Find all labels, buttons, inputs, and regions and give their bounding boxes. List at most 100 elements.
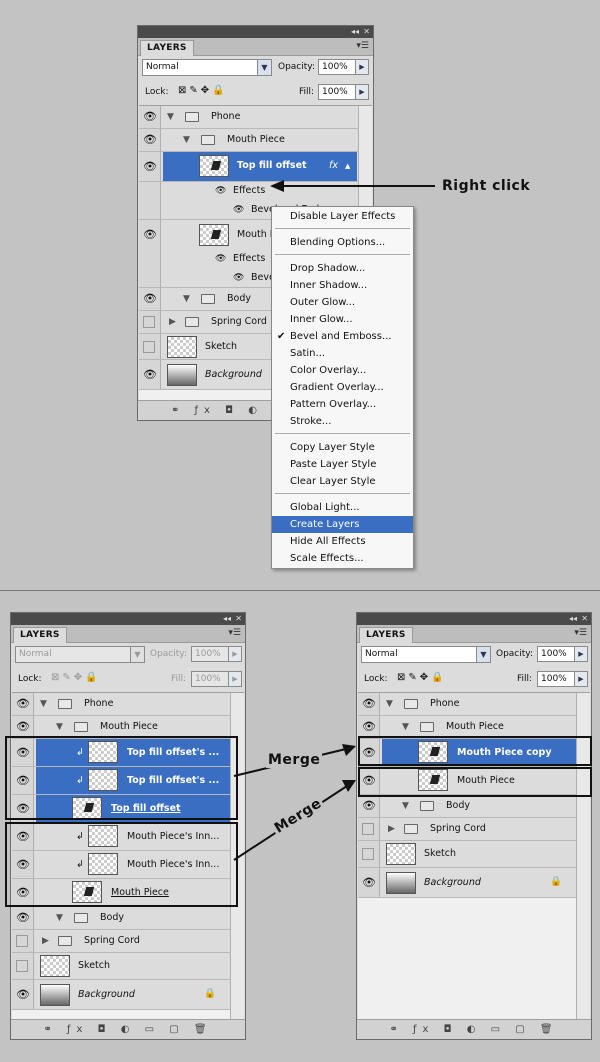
visibility-toggle[interactable]: 👁 xyxy=(358,795,380,817)
panel-menu-icon[interactable]: ▾☰ xyxy=(574,628,587,638)
blend-mode-select[interactable]: Normal ▼ xyxy=(361,646,491,663)
expand-triangle-icon[interactable]: ▼ xyxy=(402,722,409,732)
tab-layers[interactable]: LAYERS xyxy=(13,627,67,643)
visibility-toggle[interactable]: 👁 xyxy=(139,360,161,389)
visibility-toggle[interactable] xyxy=(358,818,380,840)
visibility-toggle[interactable]: 👁 xyxy=(12,980,34,1009)
panel-footer-icons[interactable]: ⚭ ƒx ◘ ◐ ▭ ▢ 🗑 xyxy=(11,1019,245,1039)
menu-item-clear-style[interactable]: Clear Layer Style xyxy=(272,473,413,490)
menu-item-bevel-emboss[interactable]: Bevel and Emboss... xyxy=(272,328,413,345)
panel-menu-icon[interactable]: ▾☰ xyxy=(228,628,241,638)
visibility-toggle[interactable] xyxy=(139,250,161,269)
expand-triangle-icon[interactable]: ▼ xyxy=(386,699,393,709)
layer-row-sketch[interactable]: Sketch xyxy=(358,841,576,868)
menu-item-disable-effects[interactable]: Disable Layer Effects xyxy=(272,208,413,225)
menu-item-scale-effects[interactable]: Scale Effects... xyxy=(272,550,413,567)
visibility-toggle[interactable]: 👁 xyxy=(358,693,380,715)
lock-icons[interactable]: ⊠✎✥🔒 xyxy=(178,85,228,96)
menu-item-satin[interactable]: Satin... xyxy=(272,345,413,362)
panel-menu-icon[interactable]: ▾☰ xyxy=(356,41,369,51)
expand-triangle-icon[interactable]: ▶ xyxy=(42,936,49,946)
visibility-toggle[interactable] xyxy=(139,201,161,219)
visibility-toggle[interactable] xyxy=(12,953,34,979)
menu-item-drop-shadow[interactable]: Drop Shadow... xyxy=(272,260,413,277)
fill-stepper-icon[interactable]: ▶ xyxy=(228,671,242,687)
fill-input[interactable]: 100% ▶ xyxy=(537,671,588,687)
expand-triangle-icon[interactable]: ▼ xyxy=(402,801,409,811)
menu-item-paste-style[interactable]: Paste Layer Style xyxy=(272,456,413,473)
fill-stepper-icon[interactable]: ▶ xyxy=(574,671,588,687)
expand-triangle-icon[interactable]: ▼ xyxy=(183,135,190,145)
fill-input[interactable]: 100% ▶ xyxy=(191,671,242,687)
visibility-toggle[interactable] xyxy=(139,334,161,359)
visibility-toggle[interactable]: 👁 xyxy=(358,716,380,738)
layer-row-phone[interactable]: 👁 ▼ Phone xyxy=(358,693,576,716)
layer-row-spring-cord[interactable]: ▶ Spring Cord xyxy=(358,818,576,841)
visibility-toggle[interactable]: 👁 xyxy=(12,716,34,738)
menu-item-blending-options[interactable]: Blending Options... xyxy=(272,234,413,251)
opacity-stepper-icon[interactable]: ▶ xyxy=(228,646,242,662)
opacity-input[interactable]: 100% ▶ xyxy=(537,646,588,662)
visibility-toggle[interactable]: 👁 xyxy=(12,907,34,929)
layer-row-mouth-piece-group[interactable]: 👁 ▼ Mouth Piece xyxy=(139,129,358,152)
expand-triangle-icon[interactable]: ▼ xyxy=(183,294,190,304)
chevron-up-icon[interactable]: ▲ xyxy=(345,160,350,172)
layer-row-background[interactable]: 👁 Background 🔒 xyxy=(12,980,230,1010)
visibility-toggle[interactable] xyxy=(139,269,161,287)
visibility-toggle[interactable]: 👁 xyxy=(139,288,161,310)
expand-triangle-icon[interactable]: ▼ xyxy=(167,112,174,122)
opacity-input[interactable]: 100% ▶ xyxy=(318,59,369,75)
layer-row-sketch[interactable]: Sketch xyxy=(12,953,230,980)
lock-icons[interactable]: ⊠✎✥🔒 xyxy=(51,672,101,683)
expand-triangle-icon[interactable]: ▶ xyxy=(169,317,176,327)
panel-footer-icons[interactable]: ⚭ ƒx ◘ ◐ ▭ ▢ 🗑 xyxy=(357,1019,591,1039)
opacity-input[interactable]: 100% ▶ xyxy=(191,646,242,662)
menu-item-color-overlay[interactable]: Color Overlay... xyxy=(272,362,413,379)
layer-row-phone[interactable]: 👁 ▼ Phone xyxy=(12,693,230,716)
visibility-toggle[interactable] xyxy=(358,841,380,867)
expand-triangle-icon[interactable]: ▼ xyxy=(56,722,63,732)
visibility-toggle[interactable]: 👁 xyxy=(139,152,161,181)
menu-item-global-light[interactable]: Global Light... xyxy=(272,499,413,516)
menu-item-inner-shadow[interactable]: Inner Shadow... xyxy=(272,277,413,294)
menu-item-hide-effects[interactable]: Hide All Effects xyxy=(272,533,413,550)
opacity-stepper-icon[interactable]: ▶ xyxy=(574,646,588,662)
lock-icons[interactable]: ⊠✎✥🔒 xyxy=(397,672,447,683)
menu-item-gradient-overlay[interactable]: Gradient Overlay... xyxy=(272,379,413,396)
tab-layers[interactable]: LAYERS xyxy=(140,40,194,56)
visibility-toggle[interactable] xyxy=(139,311,161,333)
menu-item-pattern-overlay[interactable]: Pattern Overlay... xyxy=(272,396,413,413)
layer-row-phone[interactable]: 👁 ▼ Phone xyxy=(139,106,358,129)
expand-triangle-icon[interactable]: ▶ xyxy=(388,824,395,834)
visibility-toggle[interactable]: 👁 xyxy=(139,129,161,151)
fx-icon[interactable]: fx xyxy=(329,160,338,172)
blend-mode-select[interactable]: Normal ▼ xyxy=(15,646,145,663)
expand-triangle-icon[interactable]: ▼ xyxy=(56,913,63,923)
visibility-toggle[interactable]: 👁 xyxy=(358,868,380,897)
collapse-icon[interactable]: ◂◂ xyxy=(351,26,359,38)
layer-row-body[interactable]: 👁 ▼ Body xyxy=(12,907,230,930)
expand-triangle-icon[interactable]: ▼ xyxy=(40,699,47,709)
menu-item-inner-glow[interactable]: Inner Glow... xyxy=(272,311,413,328)
layer-row-spring-cord[interactable]: ▶ Spring Cord xyxy=(12,930,230,953)
menu-item-create-layers[interactable]: Create Layers xyxy=(272,516,413,533)
visibility-toggle[interactable] xyxy=(12,930,34,952)
visibility-toggle[interactable]: 👁 xyxy=(12,693,34,715)
collapse-icon[interactable]: ◂◂ xyxy=(223,613,231,625)
collapse-icon[interactable]: ◂◂ xyxy=(569,613,577,625)
blend-mode-select[interactable]: Normal ▼ xyxy=(142,59,272,76)
fill-input[interactable]: 100% ▶ xyxy=(318,84,369,100)
close-icon[interactable]: ✕ xyxy=(363,26,370,38)
layer-row-background[interactable]: 👁 Background 🔒 xyxy=(358,868,576,898)
menu-item-copy-style[interactable]: Copy Layer Style xyxy=(272,439,413,456)
close-icon[interactable]: ✕ xyxy=(235,613,242,625)
menu-item-outer-glow[interactable]: Outer Glow... xyxy=(272,294,413,311)
visibility-toggle[interactable] xyxy=(139,182,161,201)
opacity-stepper-icon[interactable]: ▶ xyxy=(355,59,369,75)
visibility-toggle[interactable]: 👁 xyxy=(139,106,161,128)
visibility-toggle[interactable]: 👁 xyxy=(139,220,161,250)
fill-stepper-icon[interactable]: ▶ xyxy=(355,84,369,100)
layer-row-body[interactable]: 👁 ▼ Body xyxy=(358,795,576,818)
tab-layers[interactable]: LAYERS xyxy=(359,627,413,643)
menu-item-stroke[interactable]: Stroke... xyxy=(272,413,413,430)
